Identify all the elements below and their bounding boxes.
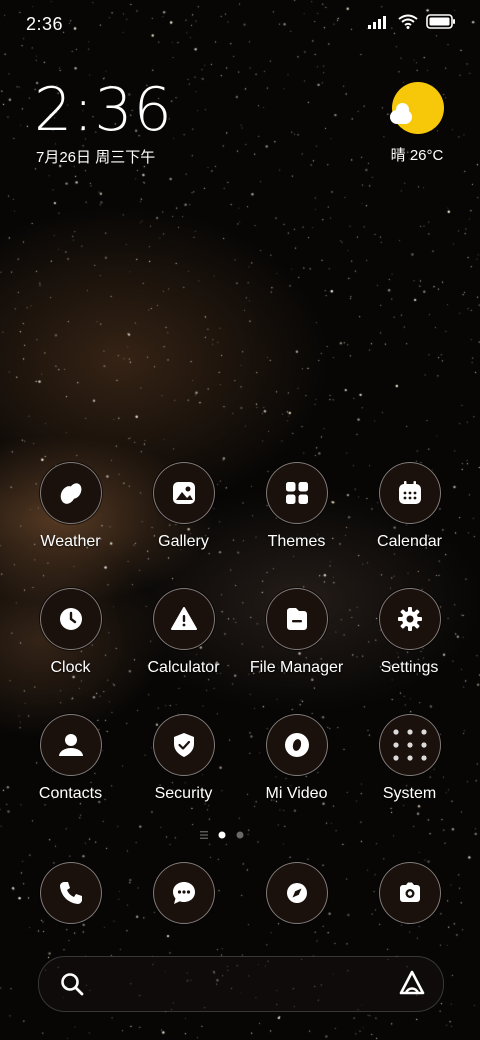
phone-icon <box>39 862 102 924</box>
status-icons <box>368 14 456 29</box>
app-label: Gallery <box>158 533 209 550</box>
app-label: Mi Video <box>265 785 328 802</box>
clock-widget-date: 7月26日 周三下午 <box>36 149 156 166</box>
sun-cloud-icon <box>390 82 444 134</box>
app-file-manager[interactable]: File Manager <box>240 588 353 677</box>
status-time: 2:36 <box>26 14 64 34</box>
system-folder-icon <box>378 714 441 776</box>
browser-icon <box>265 862 328 924</box>
app-label: Contacts <box>38 785 103 802</box>
app-label: Themes <box>267 533 326 550</box>
search-bar[interactable] <box>38 956 444 1012</box>
page-dot <box>236 831 244 839</box>
dock-phone[interactable] <box>14 862 127 924</box>
clock-icon <box>39 588 102 650</box>
file-manager-icon <box>265 588 328 650</box>
contacts-icon <box>39 714 102 776</box>
app-label: Calendar <box>377 533 442 550</box>
dock <box>14 862 466 926</box>
themes-icon <box>265 462 328 524</box>
weather-icon <box>39 462 102 524</box>
weather-widget[interactable]: 晴 26°C <box>380 82 450 165</box>
app-system-folder[interactable]: System <box>353 714 466 803</box>
app-clock[interactable]: Clock <box>14 588 127 677</box>
app-themes[interactable]: Themes <box>240 462 353 551</box>
page-indicator[interactable] <box>0 828 480 842</box>
search-icon[interactable] <box>59 971 85 997</box>
app-gallery[interactable]: Gallery <box>127 462 240 551</box>
mi-video-icon <box>265 714 328 776</box>
camera-icon <box>378 862 441 924</box>
wifi-icon <box>398 14 418 29</box>
weather-condition-temp: 晴 26°C <box>390 147 444 164</box>
calendar-icon <box>378 462 441 524</box>
gallery-icon <box>152 462 215 524</box>
app-security[interactable]: Security <box>127 714 240 803</box>
app-label: Security <box>154 785 213 802</box>
app-label: Weather <box>40 533 101 550</box>
dock-messages[interactable] <box>127 862 240 924</box>
status-bar: 2:36 <box>0 0 480 50</box>
assistant-icon[interactable] <box>397 969 427 997</box>
settings-icon <box>378 588 441 650</box>
home-list-icon <box>200 831 208 839</box>
dock-browser[interactable] <box>240 862 353 924</box>
dock-camera[interactable] <box>353 862 466 924</box>
app-weather[interactable]: Weather <box>14 462 127 551</box>
app-contacts[interactable]: Contacts <box>14 714 127 803</box>
app-label: Settings <box>380 659 439 676</box>
app-calculator[interactable]: Calculator <box>127 588 240 677</box>
security-icon <box>152 714 215 776</box>
app-label: File Manager <box>249 659 344 676</box>
page-dot-active <box>218 831 226 839</box>
app-label: Calculator <box>147 659 220 676</box>
signal-icon <box>368 15 386 29</box>
app-calendar[interactable]: Calendar <box>353 462 466 551</box>
app-label: Clock <box>50 659 91 676</box>
clock-widget-time[interactable]: 2:36 <box>34 78 173 142</box>
app-label: System <box>382 785 437 802</box>
app-settings[interactable]: Settings <box>353 588 466 677</box>
app-mi-video[interactable]: Mi Video <box>240 714 353 803</box>
calculator-icon <box>152 588 215 650</box>
messages-icon <box>152 862 215 924</box>
battery-icon <box>426 14 455 29</box>
